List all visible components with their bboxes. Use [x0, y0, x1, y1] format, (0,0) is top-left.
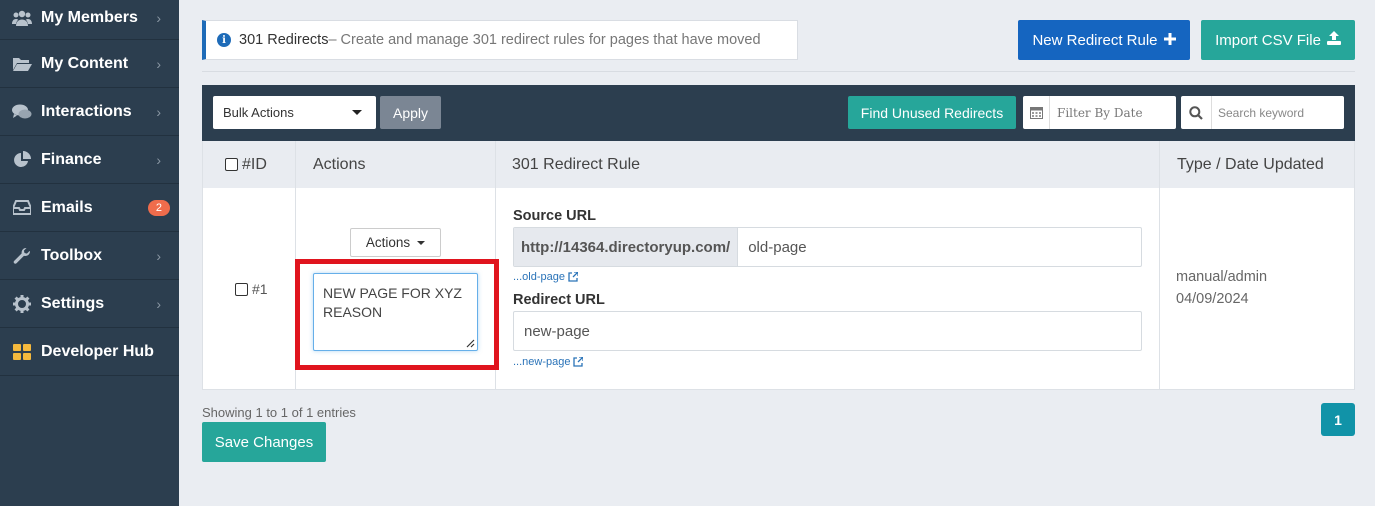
users-icon: [11, 9, 33, 27]
comments-icon: [11, 103, 33, 121]
sidebar-item-label: My Content: [41, 54, 129, 72]
pie-chart-icon: [11, 150, 33, 169]
chevron-right-icon: ›: [156, 103, 161, 120]
sidebar-item-label: Developer Hub: [41, 342, 154, 360]
import-csv-button[interactable]: Import CSV File: [1201, 20, 1355, 60]
source-url-link[interactable]: ...old-page: [513, 271, 578, 283]
sidebar-item-label: My Members: [41, 8, 138, 26]
find-unused-redirects-button[interactable]: Find Unused Redirects: [848, 96, 1016, 129]
sidebar-item-toolbox[interactable]: Toolbox ›: [0, 232, 179, 280]
caret-down-icon: [352, 110, 362, 115]
save-changes-button[interactable]: Save Changes: [202, 422, 326, 462]
search-icon: [1181, 96, 1212, 129]
pagination-page-1[interactable]: 1: [1321, 403, 1355, 436]
column-divider: [1159, 141, 1160, 390]
redirect-url-link[interactable]: ...new-page: [513, 356, 584, 368]
new-redirect-rule-button[interactable]: New Redirect Rule: [1018, 20, 1190, 60]
info-banner: i 301 Redirects – Create and manage 301 …: [202, 20, 798, 60]
bulk-actions-select[interactable]: Bulk Actions: [213, 96, 376, 129]
redirect-url-field[interactable]: new-page: [513, 311, 1142, 351]
sidebar-item-label: Finance: [41, 150, 102, 168]
sidebar-item-my-members[interactable]: My Members ›: [0, 0, 179, 40]
source-url-field[interactable]: http://14364.directoryup.com/ old-page: [513, 227, 1142, 267]
row-id: #1: [252, 281, 268, 297]
external-link-icon: [573, 357, 584, 367]
sidebar-item-emails[interactable]: Emails 2: [0, 184, 179, 232]
upload-icon: [1326, 31, 1341, 49]
redirects-table: #ID Actions 301 Redirect Rule Type / Dat…: [202, 141, 1355, 390]
folder-open-icon: [11, 55, 33, 73]
sidebar-item-label: Toolbox: [41, 246, 103, 264]
caret-down-icon: [417, 240, 426, 245]
header-id-label: #ID: [242, 155, 267, 173]
plus-icon: [1163, 32, 1176, 49]
info-icon: i: [217, 33, 231, 47]
header-id: #ID: [225, 141, 267, 188]
redirect-url-link-text: ...new-page: [513, 356, 571, 368]
chevron-right-icon: ›: [156, 247, 161, 264]
row-checkbox[interactable]: [235, 282, 248, 296]
sidebar-item-settings[interactable]: Settings ›: [0, 280, 179, 328]
chevron-right-icon: ›: [156, 55, 161, 72]
info-title: 301 Redirects: [239, 32, 329, 48]
row-type: manual/admin: [1176, 269, 1268, 285]
header-redirect-rule: 301 Redirect Rule: [512, 155, 641, 173]
info-description: – Create and manage 301 redirect rules f…: [328, 32, 761, 48]
row-id-cell: #1: [235, 281, 268, 297]
wrench-icon: [11, 247, 33, 265]
filter-by-date-placeholder: Filter By Date: [1057, 105, 1143, 120]
notification-badge: 2: [147, 199, 170, 216]
sidebar-item-label: Interactions: [41, 102, 132, 120]
import-csv-label: Import CSV File: [1215, 31, 1321, 49]
table-header: #ID Actions 301 Redirect Rule Type / Dat…: [203, 141, 1354, 188]
chevron-right-icon: ›: [156, 151, 161, 168]
search-keyword-placeholder: Search keyword: [1218, 105, 1305, 120]
note-textarea[interactable]: NEW PAGE FOR XYZ REASON: [313, 273, 478, 351]
chevron-right-icon: ›: [156, 295, 161, 312]
redirect-url-value: new-page: [524, 322, 590, 340]
chevron-right-icon: ›: [156, 9, 161, 26]
redirect-url-label: Redirect URL: [513, 292, 605, 308]
grid-icon: [11, 343, 33, 361]
sidebar-item-developer-hub[interactable]: Developer Hub: [0, 328, 179, 376]
row-date-updated: 04/09/2024: [1176, 291, 1249, 307]
external-link-icon: [568, 272, 578, 282]
header-actions: Actions: [313, 155, 366, 173]
divider: [202, 71, 1355, 72]
sidebar-item-finance[interactable]: Finance ›: [0, 136, 179, 184]
main-content: i 301 Redirects – Create and manage 301 …: [179, 0, 1375, 506]
sidebar-item-my-content[interactable]: My Content ›: [0, 40, 179, 88]
sidebar-item-interactions[interactable]: Interactions ›: [0, 88, 179, 136]
sidebar-item-label: Settings: [41, 294, 105, 312]
resize-handle-icon[interactable]: [466, 339, 475, 348]
bulk-actions-value: Bulk Actions: [223, 105, 294, 120]
apply-button[interactable]: Apply: [380, 96, 441, 129]
entries-info: Showing 1 to 1 of 1 entries: [202, 405, 356, 420]
row-actions-dropdown[interactable]: Actions: [350, 228, 441, 257]
header-type-date: Type / Date Updated: [1177, 155, 1324, 173]
inbox-icon: [11, 199, 33, 217]
sidebar-item-label: Emails: [41, 198, 93, 216]
calendar-icon: [1023, 96, 1050, 129]
new-redirect-rule-label: New Redirect Rule: [1032, 31, 1158, 49]
source-url-prefix: http://14364.directoryup.com/: [514, 228, 739, 266]
row-actions-label: Actions: [365, 235, 411, 250]
filter-by-date-input[interactable]: Filter By Date: [1023, 96, 1176, 129]
sidebar: My Members › My Content › Interactions ›…: [0, 0, 179, 506]
table-toolbar: Bulk Actions Apply Find Unused Redirects…: [202, 85, 1355, 141]
search-keyword-input[interactable]: Search keyword: [1181, 96, 1344, 129]
source-url-label: Source URL: [513, 208, 596, 224]
gear-icon: [11, 294, 33, 313]
select-all-checkbox[interactable]: [225, 158, 238, 171]
note-text: NEW PAGE FOR XYZ REASON: [323, 285, 462, 320]
source-url-value: old-page: [748, 238, 807, 256]
source-url-link-text: ...old-page: [513, 271, 565, 283]
